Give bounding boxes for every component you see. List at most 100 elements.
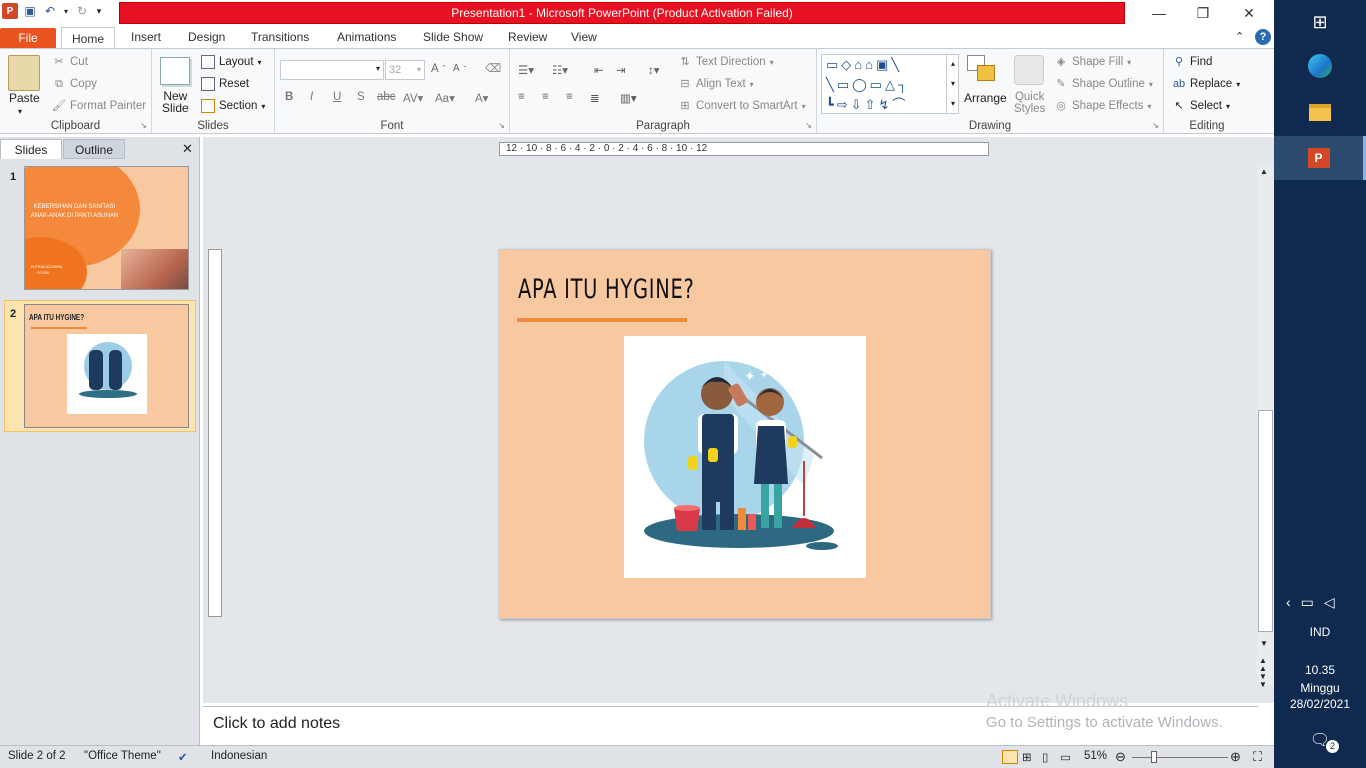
new-slide-icon[interactable] bbox=[160, 57, 190, 85]
layout-button[interactable]: Layout ▾ bbox=[201, 55, 262, 69]
normal-view-icon[interactable] bbox=[1002, 750, 1018, 764]
battery-icon[interactable]: ▭ bbox=[1301, 594, 1324, 610]
shadow-icon[interactable]: S bbox=[357, 91, 365, 103]
edge-icon[interactable] bbox=[1298, 44, 1342, 88]
undo-icon[interactable]: ↶ bbox=[42, 3, 58, 19]
maximize-button[interactable]: ❐ bbox=[1180, 0, 1226, 26]
collapse-ribbon-icon[interactable]: ⌃ bbox=[1235, 30, 1244, 43]
next-slide-icon[interactable]: ▼ ▼ bbox=[1259, 673, 1267, 689]
font-size-box[interactable]: 32 ▾ bbox=[385, 60, 425, 80]
format-painter-button[interactable]: 🖌 Format Painter bbox=[52, 99, 146, 113]
tab-review[interactable]: Review bbox=[498, 26, 557, 48]
chevron-left-icon[interactable]: ‹ bbox=[1286, 594, 1301, 610]
align-right-icon[interactable]: ≡ bbox=[566, 91, 573, 103]
zoom-out-icon[interactable]: ⊖ bbox=[1115, 749, 1126, 765]
paste-button[interactable]: Paste bbox=[9, 91, 40, 105]
close-pane-icon[interactable]: ✕ bbox=[182, 141, 193, 157]
cut-button[interactable]: ✂ Cut bbox=[52, 55, 88, 69]
align-left-icon[interactable]: ≡ bbox=[518, 91, 525, 103]
slide-thumbnail-2[interactable]: APA ITU HYGINE? bbox=[24, 304, 189, 428]
tab-insert[interactable]: Insert bbox=[121, 26, 171, 48]
theme-name[interactable]: "Office Theme" bbox=[84, 750, 161, 762]
vertical-scrollbar[interactable]: ▲ ▼ ▲ ▲ ▼ ▼ bbox=[1257, 165, 1274, 689]
numbering-icon[interactable]: ☷▾ bbox=[552, 63, 568, 77]
quick-styles-icon[interactable] bbox=[1014, 55, 1044, 85]
change-case-icon[interactable]: Aa▾ bbox=[435, 91, 455, 105]
tab-file[interactable]: File bbox=[0, 28, 56, 48]
clock-time[interactable]: 10.35 bbox=[1274, 663, 1366, 677]
align-center-icon[interactable]: ≡ bbox=[542, 91, 549, 103]
tab-animations[interactable]: Animations bbox=[327, 26, 406, 48]
tab-outline[interactable]: Outline bbox=[63, 139, 125, 159]
powerpoint-logo-icon[interactable]: P bbox=[2, 3, 18, 19]
help-icon[interactable]: ? bbox=[1255, 29, 1271, 45]
tab-slides[interactable]: Slides bbox=[0, 139, 62, 159]
slide-sorter-icon[interactable]: ⊞ bbox=[1022, 750, 1032, 764]
slideshow-icon[interactable]: ▭ bbox=[1060, 750, 1071, 764]
minimize-button[interactable]: — bbox=[1136, 0, 1182, 26]
shape-fill-button[interactable]: ◈ Shape Fill ▾ bbox=[1054, 55, 1131, 69]
quick-styles-button[interactable]: Quick Styles bbox=[1014, 91, 1045, 115]
scroll-down-icon[interactable]: ▼ bbox=[1260, 639, 1268, 648]
input-language[interactable]: IND bbox=[1274, 625, 1366, 639]
grow-font-icon[interactable]: Aˆ bbox=[431, 63, 446, 75]
columns-icon[interactable]: ▥▾ bbox=[620, 91, 637, 105]
file-explorer-icon[interactable] bbox=[1298, 90, 1342, 134]
language-indicator[interactable]: Indonesian bbox=[211, 750, 267, 762]
bold-icon[interactable]: B bbox=[285, 91, 293, 103]
zoom-slider-handle[interactable] bbox=[1151, 751, 1157, 763]
previous-slide-icon[interactable]: ▲ ▲ bbox=[1259, 657, 1267, 673]
slide-thumbnail-1[interactable]: KEBERSIHAN DAN SANITASI ANAK-ANAK DI PAN… bbox=[24, 166, 189, 290]
character-spacing-icon[interactable]: AV▾ bbox=[403, 91, 423, 105]
reset-button[interactable]: Reset bbox=[201, 77, 249, 91]
paragraph-launcher-icon[interactable]: ↘ bbox=[805, 121, 812, 130]
zoom-slider[interactable] bbox=[1132, 757, 1228, 758]
customize-qat-icon[interactable]: ▾ bbox=[94, 3, 104, 19]
paste-dropdown-icon[interactable]: ▾ bbox=[18, 107, 22, 116]
zoom-level[interactable]: 51% bbox=[1084, 750, 1107, 762]
replace-button[interactable]: ab Replace ▾ bbox=[1172, 77, 1240, 91]
text-direction-button[interactable]: ⇅ Text Direction ▾ bbox=[678, 55, 773, 69]
clipboard-launcher-icon[interactable]: ↘ bbox=[140, 121, 147, 130]
tab-view[interactable]: View bbox=[561, 26, 607, 48]
section-button[interactable]: Section ▾ bbox=[201, 99, 265, 113]
clear-formatting-icon[interactable]: ⌫ bbox=[485, 61, 501, 75]
drawing-launcher-icon[interactable]: ↘ bbox=[1152, 121, 1159, 130]
tab-home[interactable]: Home bbox=[61, 27, 115, 49]
clock-date[interactable]: 28/02/2021 bbox=[1274, 697, 1366, 711]
notification-icon[interactable]: 🗨 bbox=[1274, 730, 1366, 750]
new-slide-button[interactable]: New Slide bbox=[162, 90, 189, 114]
undo-dropdown-icon[interactable]: ▾ bbox=[62, 3, 70, 19]
zoom-in-icon[interactable]: ⊕ bbox=[1230, 749, 1241, 765]
strikethrough-icon[interactable]: abc bbox=[377, 91, 396, 103]
font-launcher-icon[interactable]: ↘ bbox=[498, 121, 505, 130]
fit-to-window-icon[interactable]: ⛶ bbox=[1253, 749, 1262, 765]
align-text-button[interactable]: ⊟ Align Text ▾ bbox=[678, 77, 753, 91]
underline-icon[interactable]: U bbox=[333, 91, 341, 103]
tab-transitions[interactable]: Transitions bbox=[241, 26, 319, 48]
clock-day[interactable]: Minggu bbox=[1274, 681, 1366, 695]
scroll-thumb[interactable] bbox=[1258, 410, 1273, 632]
notes-placeholder[interactable]: Click to add notes bbox=[213, 715, 340, 733]
powerpoint-taskbar-icon[interactable]: P bbox=[1274, 136, 1366, 180]
volume-icon[interactable]: ◁ bbox=[1324, 594, 1345, 610]
scroll-up-icon[interactable]: ▲ bbox=[1260, 167, 1268, 176]
bullets-icon[interactable]: ☰▾ bbox=[518, 63, 534, 77]
close-button[interactable]: ✕ bbox=[1226, 0, 1272, 26]
current-slide[interactable]: APA ITU HYGINE? ✦ ✦ bbox=[499, 249, 991, 619]
paste-icon[interactable] bbox=[8, 55, 40, 91]
shape-effects-button[interactable]: ◎ Shape Effects ▾ bbox=[1054, 99, 1151, 113]
save-icon[interactable]: ▣ bbox=[22, 3, 38, 19]
italic-icon[interactable]: I bbox=[310, 91, 313, 103]
reading-view-icon[interactable]: ▯ bbox=[1042, 750, 1048, 764]
increase-indent-icon[interactable]: ⇥ bbox=[616, 63, 626, 77]
tray-icons[interactable]: ‹▭◁ bbox=[1274, 594, 1366, 611]
line-spacing-icon[interactable]: ↕▾ bbox=[648, 63, 660, 77]
spell-check-icon[interactable]: ✔ bbox=[178, 750, 188, 764]
redo-icon[interactable]: ↻ bbox=[74, 3, 90, 19]
justify-icon[interactable]: ≣ bbox=[590, 91, 600, 105]
find-button[interactable]: ⚲ Find bbox=[1172, 55, 1212, 69]
shrink-font-icon[interactable]: Aˇ bbox=[453, 63, 466, 74]
shape-outline-button[interactable]: ✎ Shape Outline ▾ bbox=[1054, 77, 1153, 91]
tab-slide-show[interactable]: Slide Show bbox=[413, 26, 493, 48]
